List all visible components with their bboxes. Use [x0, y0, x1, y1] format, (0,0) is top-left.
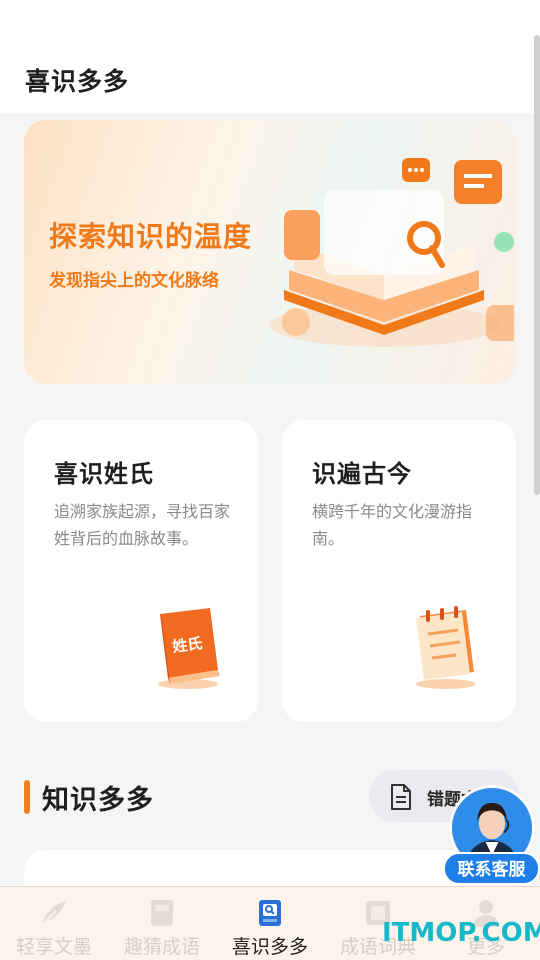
hero-banner[interactable]: 探索知识的温度 发现指尖上的文化脉络: [24, 120, 516, 384]
document-icon: [391, 784, 411, 810]
surname-book-icon: 姓氏: [158, 608, 220, 689]
card-description: 追溯家族起源，寻找百家姓背后的血脉故事。: [54, 502, 231, 548]
tab-label: 趣猜成语: [123, 936, 200, 958]
book-search-icon: [259, 900, 281, 926]
notepad-icon: [416, 606, 476, 689]
page-title: 喜识多多: [25, 67, 130, 96]
tab-xishi[interactable]: 喜识多多: [216, 887, 324, 960]
customer-service-button[interactable]: 联系客服: [443, 785, 540, 885]
watermark-text: ITMOP.COM: [382, 918, 540, 948]
banner-subline: 发现指尖上的文化脉络: [49, 271, 219, 291]
top-bar: 喜识多多: [0, 0, 540, 113]
banner-headline: 探索知识的温度: [49, 220, 253, 253]
card-history[interactable]: 识遍古今 横跨千年的文化漫游指南。: [282, 420, 516, 722]
card-surname[interactable]: 喜识姓氏 追溯家族起源，寻找百家姓背后的血脉故事。 姓氏: [24, 420, 258, 722]
open-book-magnifier-icon: [269, 158, 514, 347]
idiom-book-icon: [151, 900, 173, 926]
section-accent-bar: [24, 780, 30, 814]
tab-label: 喜识多多: [231, 936, 308, 958]
feather-icon: [41, 901, 66, 926]
tab-qingxiang[interactable]: 轻享文墨: [0, 887, 108, 960]
tab-idiom-guess[interactable]: 趣猜成语: [108, 887, 216, 960]
card-description: 横跨千年的文化漫游指南。: [312, 502, 473, 548]
card-title: 识遍古今: [312, 460, 412, 488]
section-title: 知识多多: [42, 785, 154, 816]
card-title: 喜识姓氏: [54, 460, 154, 488]
scrollbar[interactable]: [534, 35, 540, 495]
tab-label: 轻享文墨: [15, 936, 92, 958]
surname-icon-text: 姓氏: [171, 634, 203, 656]
customer-service-label: 联系客服: [443, 852, 540, 885]
